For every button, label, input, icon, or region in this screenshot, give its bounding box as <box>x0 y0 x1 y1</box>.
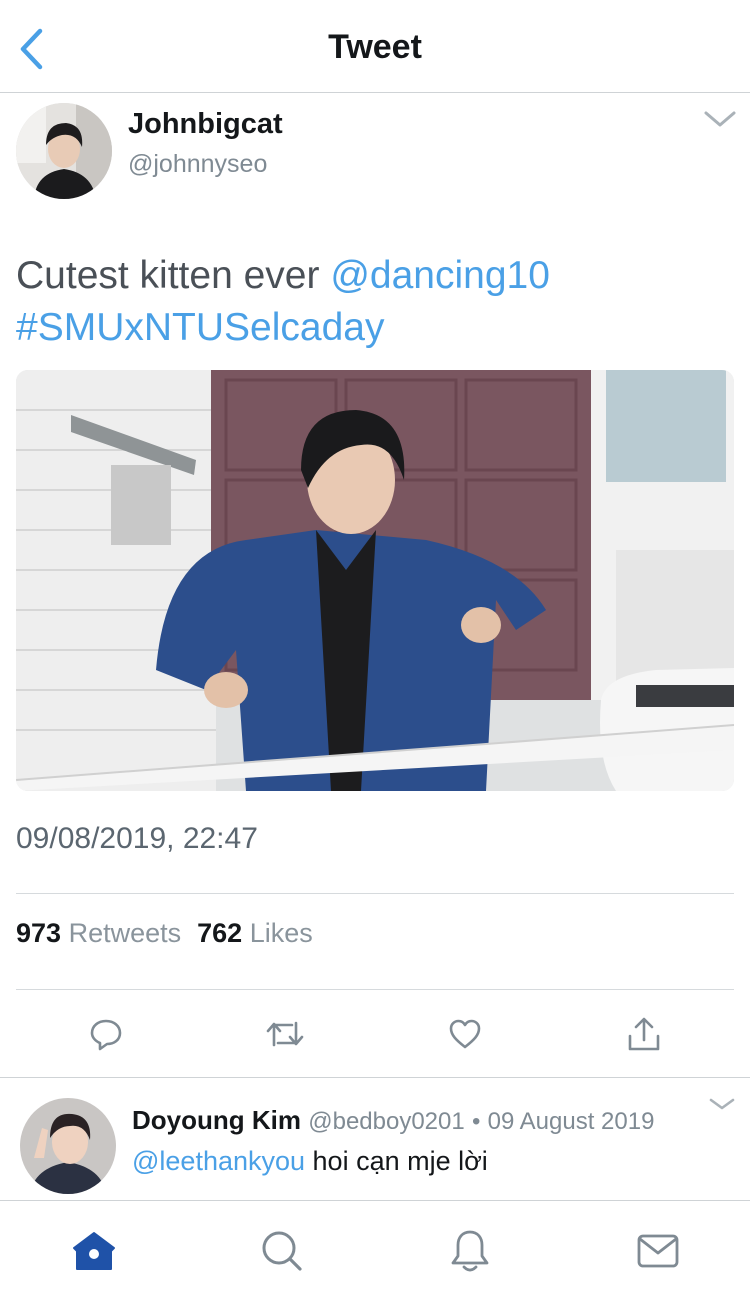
chevron-down-icon <box>704 111 736 127</box>
top-bar: Tweet <box>0 0 750 93</box>
hashtag-link[interactable]: #SMUxNTUSelcaday <box>16 306 384 349</box>
retweet-icon <box>266 1021 304 1047</box>
author-name[interactable]: Johnbigcat <box>128 108 283 141</box>
tweet-timestamp: 09/08/2019, 22:47 <box>16 822 258 855</box>
section-divider <box>0 1077 750 1078</box>
tweet-options-button[interactable] <box>700 104 740 134</box>
page-title: Tweet <box>328 28 422 66</box>
tweet-photo[interactable] <box>16 370 734 791</box>
home-icon <box>73 1232 115 1270</box>
mention-link[interactable]: @dancing10 <box>330 254 550 297</box>
tab-search[interactable] <box>258 1227 306 1275</box>
like-button[interactable] <box>443 1012 487 1056</box>
author-handle[interactable]: @johnnyseo <box>128 150 267 179</box>
divider <box>16 989 734 990</box>
retweets-count[interactable]: 973 <box>16 918 61 948</box>
share-icon <box>628 1017 660 1051</box>
reply-author-name[interactable]: Doyoung Kim <box>132 1105 301 1135</box>
tweet-text: Cutest kitten ever @dancing10 #SMUxNTUSe… <box>16 250 736 354</box>
bell-icon <box>451 1230 489 1272</box>
author-avatar[interactable] <box>16 103 112 199</box>
tab-messages[interactable] <box>634 1227 682 1275</box>
reply-date: 09 August 2019 <box>487 1108 655 1135</box>
tweet-text-body: Cutest kitten ever <box>16 254 331 297</box>
tab-home[interactable] <box>70 1227 118 1275</box>
reply-author-avatar[interactable] <box>20 1098 116 1194</box>
mail-icon <box>637 1234 679 1268</box>
reply-body: hoi cạn mje lời <box>305 1146 488 1176</box>
retweets-label[interactable]: Retweets <box>69 918 182 948</box>
likes-count[interactable]: 762 <box>197 918 242 948</box>
meta-separator: • <box>471 1108 481 1135</box>
search-icon <box>262 1231 302 1271</box>
likes-label[interactable]: Likes <box>250 918 313 948</box>
tweet-stats: 973 Retweets 762 Likes <box>16 918 313 949</box>
reply-header: Doyoung Kim @bedboy0201 • 09 August 2019 <box>132 1105 654 1136</box>
reply-button[interactable] <box>84 1012 128 1056</box>
retweet-button[interactable] <box>263 1012 307 1056</box>
tab-notifications[interactable] <box>446 1227 494 1275</box>
chevron-down-icon <box>709 1098 735 1110</box>
heart-icon <box>449 1019 481 1049</box>
share-button[interactable] <box>622 1012 666 1056</box>
reply-icon <box>90 1019 122 1051</box>
reply-mention-link[interactable]: @leethankyou <box>132 1146 305 1176</box>
reply-author-handle[interactable]: @bedboy0201 <box>308 1108 465 1135</box>
bottom-tab-bar <box>0 1200 750 1298</box>
divider <box>16 893 734 894</box>
reply-text: @leethankyou hoi cạn mje lời <box>132 1146 488 1177</box>
reply-options-button[interactable] <box>706 1094 738 1114</box>
